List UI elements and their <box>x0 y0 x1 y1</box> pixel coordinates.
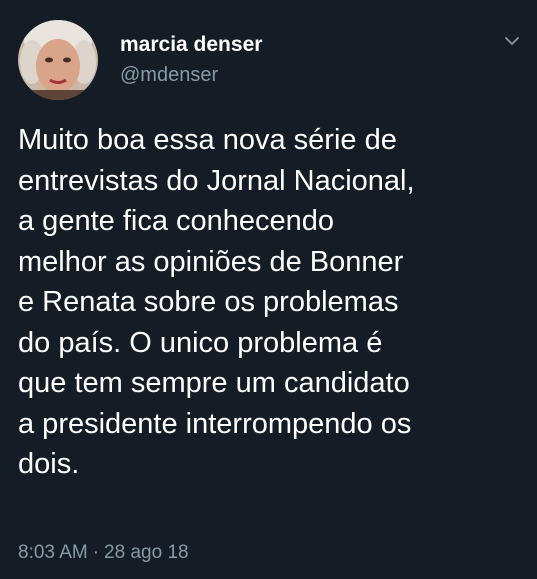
tweet-header: marcia denser @mdenser <box>18 20 523 100</box>
user-names: marcia denser @mdenser <box>120 32 262 88</box>
tweet-text-line: a gente fica conhecendo <box>18 205 335 237</box>
tweet-text-line: a presidente interrompendo os <box>18 407 412 440</box>
tweet-text: Muito boa essa nova série de entrevistas… <box>18 120 523 485</box>
tweet-text-line: e Renata sobre os problemas <box>18 286 399 318</box>
tweet-text-line: do país. O unico problema é <box>18 326 383 359</box>
separator: · <box>92 542 100 563</box>
display-name[interactable]: marcia denser <box>120 32 262 58</box>
tweet-text-line: que tem sempre um candidato <box>18 367 410 399</box>
tweet-text-line: entrevistas do Jornal Nacional, <box>18 164 415 197</box>
tweet-date: 28 ago 18 <box>104 542 189 563</box>
chevron-down-icon[interactable] <box>501 30 523 52</box>
tweet-card: marcia denser @mdenser Muito boa essa no… <box>0 0 537 579</box>
tweet-timestamp[interactable]: 8:03 AM · 28 ago 18 <box>18 540 189 566</box>
tweet-text-line: melhor as opiniões de Bonner <box>18 245 404 278</box>
tweet-text-line: Muito boa essa nova série de <box>18 124 397 156</box>
tweet-time: 8:03 AM <box>18 542 88 563</box>
tweet-text-line: dois. <box>18 448 80 480</box>
avatar[interactable] <box>18 20 98 100</box>
user-handle[interactable]: @mdenser <box>120 62 262 88</box>
